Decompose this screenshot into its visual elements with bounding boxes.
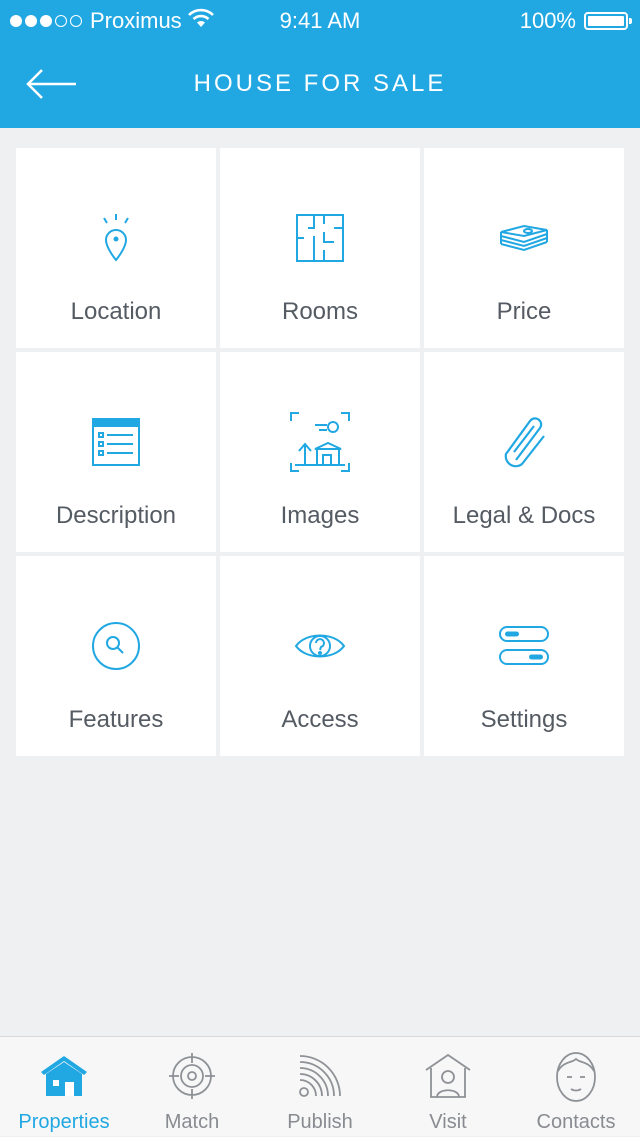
list-document-icon [16,410,216,474]
tab-label: Visit [429,1111,467,1133]
tile-features[interactable]: Features [16,556,216,756]
tab-bar: Properties Match Publish Visit Contacts [0,1036,640,1136]
location-pin-icon [16,206,216,270]
tile-location[interactable]: Location [16,148,216,348]
tile-label: Price [496,298,552,325]
tab-label: Contacts [536,1111,616,1133]
money-stack-icon [424,206,624,270]
app-header: Proximus 9:41 AM 100% HOUSE FOR SALE [0,0,640,128]
floor-plan-icon [220,206,420,270]
tile-label: Features [68,706,164,733]
tab-visit[interactable]: Visit [384,1037,512,1137]
tile-label: Rooms [281,298,359,325]
magnifier-icon [16,614,216,678]
tab-match[interactable]: Match [128,1037,256,1137]
status-bar: Proximus 9:41 AM 100% [0,0,640,40]
tile-rooms[interactable]: Rooms [220,148,420,348]
tab-label: Properties [18,1111,110,1133]
tile-label: Description [55,502,177,529]
battery-percent: 100% [519,8,576,33]
image-frame-icon [220,410,420,474]
tile-label: Legal & Docs [452,502,596,529]
tab-label: Publish [287,1111,353,1133]
battery-icon [584,12,632,30]
house-icon [0,1049,128,1103]
tab-properties[interactable]: Properties [0,1037,128,1137]
status-right: 100% [519,8,632,34]
target-icon [128,1049,256,1103]
tile-label: Images [280,502,360,529]
broadcast-icon [256,1049,384,1103]
tile-description[interactable]: Description [16,352,216,552]
tab-contacts[interactable]: Contacts [512,1037,640,1137]
visit-house-icon [384,1049,512,1103]
tile-label: Settings [480,706,568,733]
navigation-bar: HOUSE FOR SALE [0,40,640,128]
tab-publish[interactable]: Publish [256,1037,384,1137]
tab-label: Match [164,1111,220,1133]
eye-icon [220,614,420,678]
page-title: HOUSE FOR SALE [193,70,447,97]
tile-label: Location [70,298,162,325]
tile-legal-docs[interactable]: Legal & Docs [424,352,624,552]
property-sections-grid: Location Rooms Price Description Images … [16,148,624,756]
paperclip-icon [424,410,624,474]
person-face-icon [512,1049,640,1103]
tile-access[interactable]: Access [220,556,420,756]
tile-price[interactable]: Price [424,148,624,348]
tile-label: Access [281,706,359,733]
tile-settings[interactable]: Settings [424,556,624,756]
toggles-icon [424,614,624,678]
tile-images[interactable]: Images [220,352,420,552]
